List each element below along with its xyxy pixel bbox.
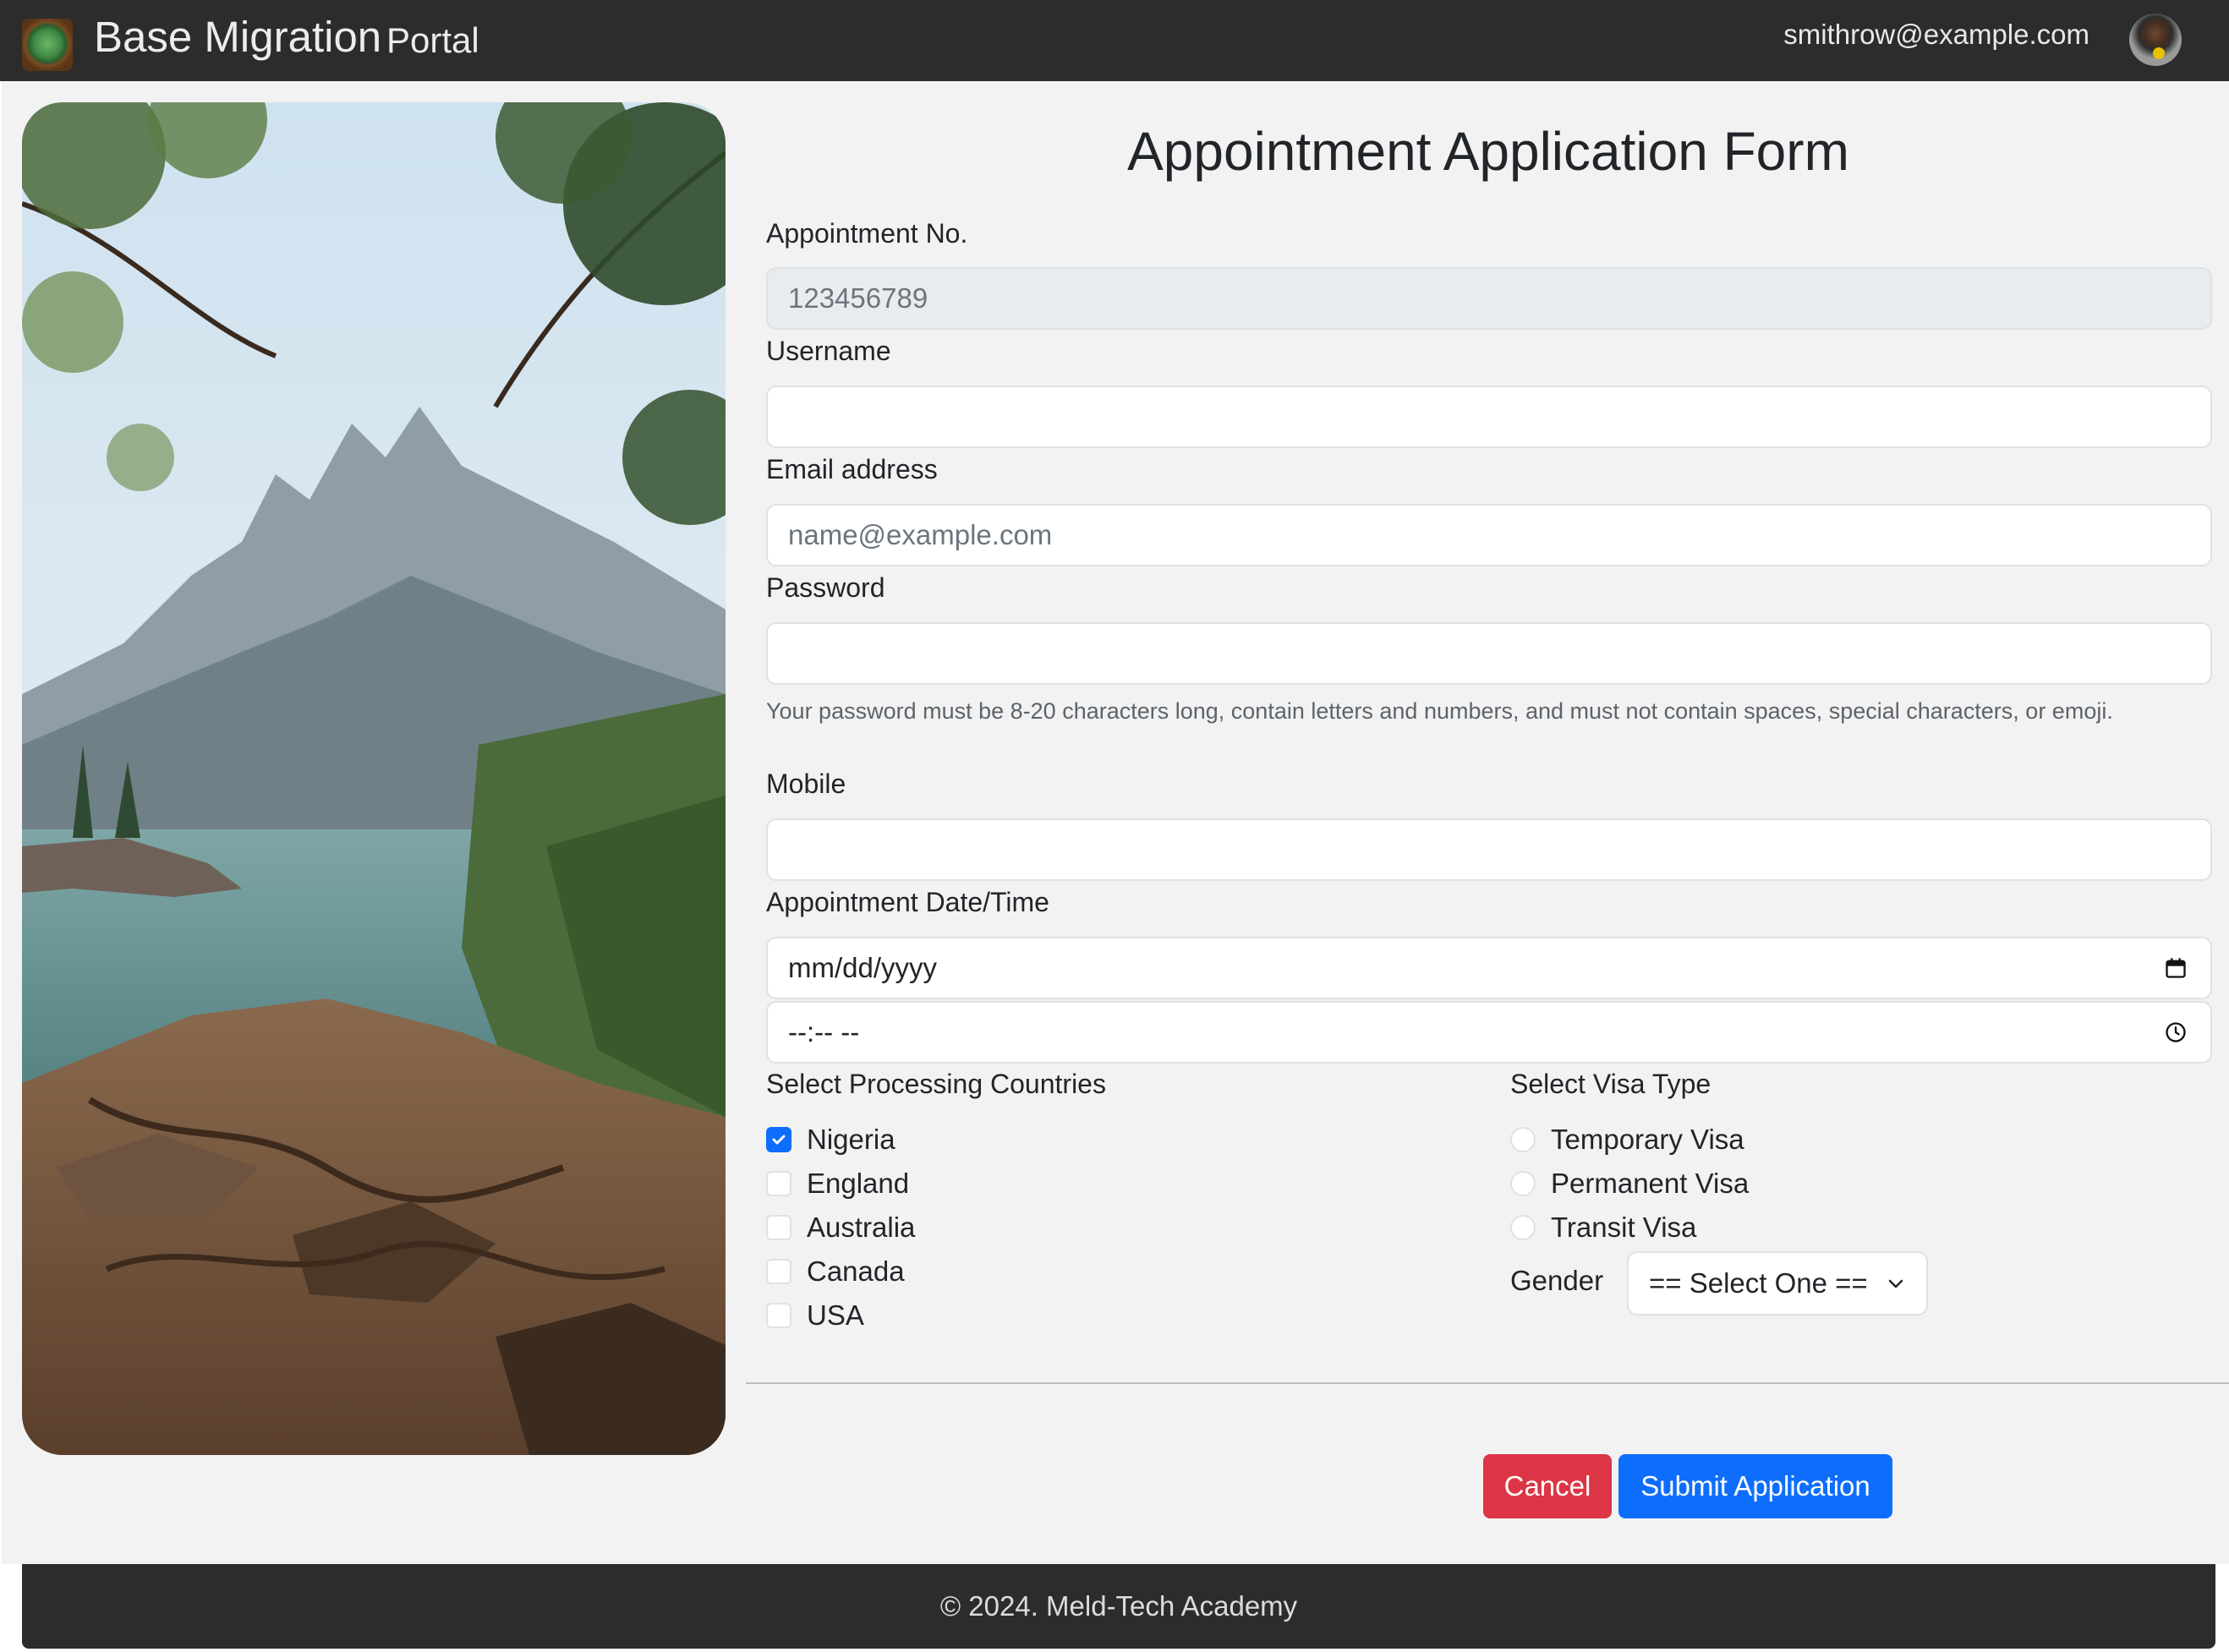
checkbox-icon[interactable] <box>766 1215 791 1240</box>
footer: © 2024. Meld-Tech Academy <box>22 1564 2215 1649</box>
globe-logo-icon[interactable] <box>22 19 73 71</box>
radio-icon[interactable] <box>1510 1215 1536 1240</box>
submit-application-button[interactable]: Submit Application <box>1618 1454 1892 1518</box>
date-placeholder: mm/dd/yyyy <box>788 952 938 983</box>
countries-label: Select Processing Countries <box>766 1069 1106 1099</box>
appointment-no-field <box>766 267 2212 330</box>
country-option-australia[interactable]: Australia <box>766 1211 915 1244</box>
gender-label: Gender <box>1510 1265 1604 1296</box>
brand-title[interactable]: Base Migration <box>94 12 381 62</box>
password-help-text: Your password must be 8-20 characters lo… <box>766 698 2113 724</box>
mobile-input[interactable] <box>766 818 2212 881</box>
date-input[interactable]: mm/dd/yyyy <box>766 937 2212 999</box>
chevron-down-icon <box>1886 1273 1906 1294</box>
brand-subtitle[interactable]: Portal <box>386 20 479 61</box>
checkbox-icon[interactable] <box>766 1303 791 1328</box>
country-label: England <box>807 1168 910 1199</box>
country-label: Australia <box>807 1212 916 1243</box>
visa-label: Permanent Visa <box>1551 1168 1750 1199</box>
username-input[interactable] <box>766 386 2212 448</box>
cancel-button[interactable]: Cancel <box>1483 1454 1612 1518</box>
visa-option-temporary[interactable]: Temporary Visa <box>1510 1123 1744 1157</box>
footer-copyright: © 2024. Meld-Tech Academy <box>939 1590 1298 1622</box>
country-option-canada[interactable]: Canada <box>766 1255 905 1288</box>
top-navbar: Base Migration Portal smithrow@example.c… <box>0 0 2229 81</box>
radio-icon[interactable] <box>1510 1127 1536 1152</box>
country-label: USA <box>807 1299 864 1331</box>
username-label: Username <box>766 336 891 366</box>
gender-select[interactable]: == Select One == <box>1627 1251 1928 1316</box>
form-divider <box>746 1382 2229 1384</box>
visa-option-permanent[interactable]: Permanent Visa <box>1510 1167 1749 1201</box>
appointment-datetime-label: Appointment Date/Time <box>766 887 1049 917</box>
email-label: Email address <box>766 454 938 484</box>
visa-type-label: Select Visa Type <box>1510 1069 1711 1099</box>
visa-label: Temporary Visa <box>1551 1124 1744 1155</box>
landscape-photo <box>22 102 726 1455</box>
time-input[interactable]: --:-- -- <box>766 1001 2212 1064</box>
gender-selected-value: == Select One == <box>1649 1267 1868 1299</box>
country-option-england[interactable]: England <box>766 1167 909 1201</box>
checkbox-icon[interactable] <box>766 1259 791 1284</box>
mobile-label: Mobile <box>766 769 846 799</box>
email-input[interactable] <box>766 504 2212 566</box>
visa-label: Transit Visa <box>1551 1212 1697 1243</box>
password-input[interactable] <box>766 622 2212 685</box>
appointment-no-label: Appointment No. <box>766 218 968 249</box>
radio-icon[interactable] <box>1510 1171 1536 1196</box>
country-option-nigeria[interactable]: Nigeria <box>766 1123 895 1157</box>
country-label: Canada <box>807 1255 905 1287</box>
user-avatar-icon[interactable] <box>2129 14 2182 66</box>
form-title: Appointment Application Form <box>1127 121 1849 182</box>
time-placeholder: --:-- -- <box>788 1016 860 1048</box>
country-label: Nigeria <box>807 1124 895 1155</box>
checkbox-checked-icon[interactable] <box>766 1127 791 1152</box>
country-option-usa[interactable]: USA <box>766 1299 864 1332</box>
visa-option-transit[interactable]: Transit Visa <box>1510 1211 1696 1244</box>
user-email: smithrow@example.com <box>1783 19 2089 50</box>
checkbox-icon[interactable] <box>766 1171 791 1196</box>
clock-icon[interactable] <box>2161 1018 2190 1047</box>
calendar-icon[interactable] <box>2161 954 2190 982</box>
password-label: Password <box>766 572 885 603</box>
